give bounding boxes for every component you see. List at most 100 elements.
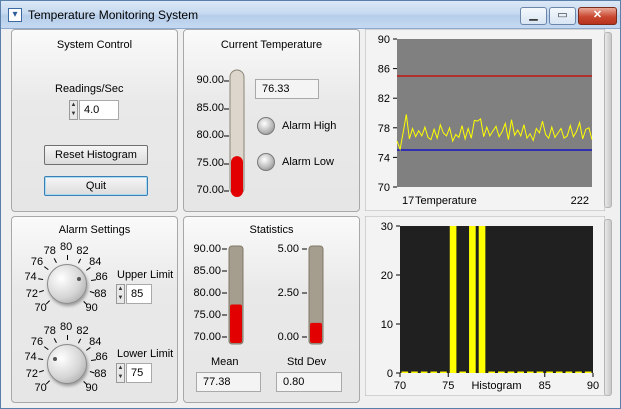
dial-tick-mark bbox=[38, 358, 44, 361]
hist-y-tick-label: 20 bbox=[381, 270, 393, 282]
dial-tick-label: 78 bbox=[43, 244, 56, 257]
lower-limit-input[interactable]: 75 bbox=[126, 363, 152, 383]
dial-tick-mark bbox=[43, 266, 49, 270]
window-title: Temperature Monitoring System bbox=[28, 8, 199, 22]
histogram-plot-area bbox=[400, 226, 593, 373]
hist-y-tick-label: 0 bbox=[387, 368, 393, 380]
histogram-bar bbox=[459, 371, 467, 373]
histogram-bar bbox=[526, 371, 534, 373]
strip-y-tick-label: 70 bbox=[378, 182, 390, 194]
app-window: ▾ Temperature Monitoring System ▁ ▭ ✕ Sy… bbox=[0, 0, 621, 409]
hist-x-tick-label: 85 bbox=[539, 380, 551, 392]
histogram-bar bbox=[536, 371, 544, 373]
histogram-bar bbox=[469, 226, 476, 373]
strip-y-tick-label: 86 bbox=[378, 64, 390, 76]
dial-tick-mark bbox=[67, 255, 68, 260]
temperature-strip-chart: 90 86 82 78 74 70 17 Temperature 222 bbox=[365, 29, 605, 211]
histogram-bar bbox=[401, 371, 409, 373]
dial-tick-mark bbox=[77, 338, 82, 344]
dial-tick-label: 76 bbox=[30, 335, 44, 348]
histogram-bar bbox=[411, 371, 418, 373]
std-tick-label: 2.50 bbox=[277, 287, 299, 299]
current-temperature-thermometer bbox=[224, 69, 245, 197]
mean-tick-label: 90.00 bbox=[193, 243, 221, 255]
readings-spinner[interactable]: ▲ ▼ bbox=[69, 100, 78, 120]
mean-value: 77.38 bbox=[196, 372, 261, 392]
spin-up-icon[interactable]: ▲ bbox=[70, 101, 77, 110]
dial-tick-mark bbox=[43, 346, 49, 350]
histogram-bar bbox=[584, 371, 592, 373]
std-dev-gauge bbox=[302, 245, 324, 345]
dial-tick-mark bbox=[77, 258, 82, 264]
histogram-bar bbox=[517, 371, 524, 373]
strip-chart-plot-area bbox=[397, 39, 592, 187]
dial-tick-mark bbox=[38, 278, 44, 281]
upper-limit-input[interactable]: 85 bbox=[126, 284, 152, 304]
maximize-button[interactable]: ▭ bbox=[549, 7, 576, 25]
thermo-tick-label: 75.00 bbox=[196, 157, 224, 169]
spin-down-icon[interactable]: ▼ bbox=[70, 110, 77, 119]
quit-button[interactable]: Quit bbox=[44, 176, 148, 196]
readings-per-sec-input[interactable]: 4.0 bbox=[79, 100, 119, 120]
std-dev-label: Std Dev bbox=[287, 356, 327, 368]
reset-histogram-button[interactable]: Reset Histogram bbox=[44, 145, 148, 165]
std-tick-label: 5.00 bbox=[277, 243, 299, 255]
strip-chart-scrollbar[interactable] bbox=[604, 32, 612, 208]
close-button[interactable]: ✕ bbox=[578, 7, 617, 25]
histogram-bar bbox=[488, 371, 495, 373]
hist-x-tick-label: 70 bbox=[394, 380, 406, 392]
alarm-knob[interactable] bbox=[47, 344, 87, 384]
std-gauge-fill bbox=[310, 322, 322, 343]
strip-x-title: Temperature bbox=[415, 195, 477, 207]
thermo-tick-label: 85.00 bbox=[196, 102, 224, 114]
histogram-x-title: Histogram bbox=[471, 380, 521, 392]
hist-x-tick-label: 90 bbox=[587, 380, 599, 392]
histogram-bar bbox=[546, 371, 553, 373]
lower-limit-spinner[interactable]: ▲ ▼ bbox=[116, 363, 125, 383]
mean-gauge-fill bbox=[230, 304, 242, 343]
histogram-bar bbox=[565, 371, 573, 373]
alarm-settings-panel: Alarm Settings 70 72 74 76 78 80 82 84 86 88 90 70… bbox=[11, 216, 178, 403]
spin-down-icon[interactable]: ▼ bbox=[117, 294, 124, 303]
alarm-high-led bbox=[257, 117, 275, 135]
dial-tick-label: 84 bbox=[89, 335, 102, 348]
hist-y-tick-label: 30 bbox=[381, 221, 393, 233]
histogram-scrollbar[interactable] bbox=[604, 219, 612, 396]
dial-tick-label: 82 bbox=[76, 324, 89, 337]
strip-y-tick-label: 82 bbox=[378, 93, 390, 105]
current-temperature-panel: Current Temperature 90.00 85.00 80.00 75… bbox=[183, 29, 360, 212]
lower-limit-label: Lower Limit bbox=[117, 348, 174, 360]
readings-per-sec-label: Readings/Sec bbox=[55, 83, 124, 95]
dial-tick-label: 80 bbox=[60, 321, 73, 333]
knob-pointer bbox=[52, 357, 57, 362]
mean-tick-label: 75.00 bbox=[193, 309, 221, 321]
histogram-bar bbox=[478, 226, 486, 373]
dial-tick-label: 86 bbox=[95, 271, 108, 284]
thermo-mercury bbox=[231, 156, 243, 197]
title-bar: ▾ Temperature Monitoring System ▁ ▭ ✕ bbox=[1, 1, 620, 29]
strip-x-right-label: 222 bbox=[571, 195, 589, 207]
spin-down-icon[interactable]: ▼ bbox=[117, 373, 124, 382]
spin-up-icon[interactable]: ▲ bbox=[117, 364, 124, 373]
histogram-bar bbox=[498, 371, 505, 373]
spin-up-icon[interactable]: ▲ bbox=[117, 285, 124, 294]
strip-y-tick-label: 90 bbox=[378, 34, 390, 46]
dial-tick-label: 76 bbox=[30, 255, 44, 268]
strip-y-tick-label: 74 bbox=[378, 152, 390, 164]
current-temperature-title: Current Temperature bbox=[220, 39, 323, 51]
hist-y-tick-label: 10 bbox=[381, 319, 393, 331]
dial-tick-mark bbox=[53, 257, 57, 263]
app-menu-icon[interactable]: ▾ bbox=[8, 8, 22, 22]
dial-tick-mark bbox=[53, 337, 57, 343]
dial-tick-label: 74 bbox=[24, 271, 37, 284]
dial-tick-label: 80 bbox=[60, 241, 73, 253]
dial-tick-label: 90 bbox=[85, 382, 98, 395]
dial-tick-mark bbox=[39, 370, 45, 373]
dial-tick-mark bbox=[39, 290, 45, 293]
minimize-button[interactable]: ▁ bbox=[520, 7, 547, 25]
system-control-panel: System Control Readings/Sec ▲ ▼ 4.0 Reset… bbox=[11, 29, 178, 212]
std-tick-label: 0.00 bbox=[277, 331, 299, 343]
thermo-tick-label: 80.00 bbox=[196, 129, 224, 141]
hist-x-tick-label: 75 bbox=[442, 380, 454, 392]
upper-limit-spinner[interactable]: ▲ ▼ bbox=[116, 284, 125, 304]
